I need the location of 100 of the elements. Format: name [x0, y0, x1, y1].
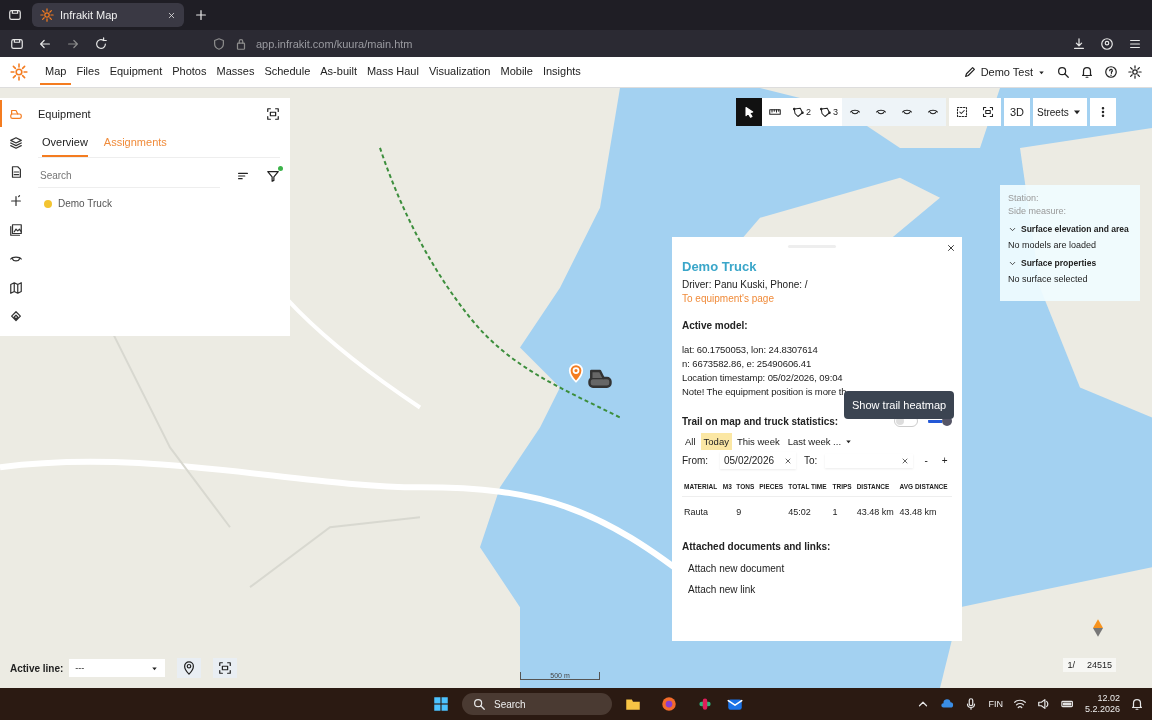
nav-link[interactable]: Mobile	[495, 59, 538, 85]
map-tool-button[interactable]: 3	[815, 98, 843, 126]
nav-link[interactable]: Masses	[211, 59, 260, 85]
photos-icon	[9, 222, 23, 237]
panel-title: Equipment	[38, 108, 91, 120]
detail-text: lat: 60.1750053, lon: 24.8307614	[682, 343, 819, 357]
view-3d-button[interactable]: 3D	[1004, 98, 1031, 126]
taskbar-search[interactable]: Search	[462, 693, 612, 715]
equipment-title: Demo Truck	[682, 259, 758, 274]
station-label: Station:	[1008, 193, 1040, 203]
section-header[interactable]: Surface properties	[1008, 258, 1097, 268]
map-tool-button[interactable]: 2	[788, 98, 815, 126]
active-line-label: Active line:	[10, 662, 64, 674]
volume-icon[interactable]	[1036, 697, 1051, 711]
location-button[interactable]	[177, 658, 202, 678]
basemap-dropdown[interactable]: Streets	[1033, 98, 1087, 126]
search-icon	[472, 697, 486, 711]
fit-button[interactable]	[213, 658, 238, 678]
reload-icon[interactable]	[94, 36, 108, 51]
count-text: 24515	[1086, 660, 1112, 670]
table-cell: 1	[830, 496, 855, 527]
sidebar-icon[interactable]	[10, 36, 24, 51]
nav-link[interactable]: Map	[40, 59, 72, 85]
side-measure-label: Side measure:	[1008, 206, 1068, 216]
app-logo-icon[interactable]	[10, 63, 28, 81]
clock-date[interactable]: 5.2.2026	[1084, 704, 1120, 715]
caret-icon	[844, 437, 854, 446]
notification-icon[interactable]	[1130, 697, 1144, 711]
nav-link[interactable]: Schedule	[259, 59, 316, 85]
close-icon[interactable]	[946, 243, 956, 253]
checkbox-icon	[956, 106, 969, 118]
clear-icon[interactable]	[784, 456, 793, 465]
tab-list-icon[interactable]	[8, 8, 22, 22]
map-tool-button[interactable]	[975, 98, 1002, 126]
table-cell: 43.48 km	[897, 496, 952, 527]
language-indicator[interactable]: FIN	[988, 699, 1003, 709]
nav-link[interactable]: As-built	[315, 59, 362, 85]
map-tool-button[interactable]	[949, 98, 976, 126]
cloud-icon[interactable]	[940, 697, 955, 711]
attach-button[interactable]: Attach new document	[682, 558, 791, 579]
clear-icon[interactable]	[901, 456, 910, 465]
expand-icon	[982, 106, 995, 118]
status-dot	[278, 166, 283, 171]
equipment-item[interactable]: Demo Truck	[38, 194, 280, 213]
expand-icon	[218, 661, 233, 675]
wifi-icon[interactable]	[1012, 697, 1027, 711]
from-date-field[interactable]: 05/02/2026	[720, 452, 797, 469]
detail-text: Location timestamp: 05/02/2026, 09:04	[682, 371, 844, 385]
map-icon	[9, 280, 23, 295]
period-option[interactable]: Today	[700, 433, 732, 450]
close-icon[interactable]	[167, 10, 176, 20]
map-tool-button[interactable]	[736, 98, 762, 126]
from-label: From:	[682, 455, 710, 466]
lock-icon[interactable]	[234, 36, 248, 51]
nav-link[interactable]: Insights	[537, 59, 586, 85]
bell-icon[interactable]	[1080, 65, 1094, 79]
start-icon[interactable]	[432, 695, 450, 713]
help-icon[interactable]	[1104, 65, 1118, 79]
section-text: No models are loaded	[1008, 240, 1098, 250]
map-tool-button[interactable]	[762, 98, 788, 126]
new-tab-icon[interactable]	[194, 8, 208, 22]
browser-tab[interactable]: Infrakit Map	[32, 3, 184, 27]
page-text: 1/	[1067, 660, 1075, 670]
period-option[interactable]: All	[682, 433, 699, 450]
address-field[interactable]: app.infrakit.com/kuura/main.htm	[256, 37, 413, 50]
pencil-icon	[962, 65, 977, 79]
period-dropdown[interactable]: Last week ...	[784, 433, 857, 450]
settings-icon[interactable]	[1128, 65, 1142, 79]
table-cell: 45:02	[786, 496, 831, 527]
nav-link[interactable]: Photos	[167, 59, 212, 85]
driver-text: Driver: Panu Kuski, Phone: /	[682, 278, 809, 292]
search-icon[interactable]	[1056, 65, 1070, 79]
clock-time[interactable]: 12.02	[1097, 693, 1120, 704]
table-cell: Rauta	[682, 496, 721, 527]
attach-button[interactable]: Attach new link	[682, 579, 762, 600]
tooltip: Show trail heatmap	[844, 391, 955, 419]
nav-link[interactable]: Equipment	[104, 59, 168, 85]
download-icon[interactable]	[1072, 36, 1086, 51]
filter-icon[interactable]	[266, 169, 280, 183]
site-favicon	[40, 8, 54, 22]
ruler-icon	[769, 106, 781, 118]
nav-link[interactable]: Visualization	[423, 59, 496, 85]
to-label: To:	[804, 455, 818, 466]
account-icon[interactable]	[1100, 36, 1114, 51]
document-icon	[9, 164, 23, 179]
section-text: No surface selected	[1008, 274, 1089, 284]
nav-link[interactable]: Mass Haul	[361, 59, 424, 85]
user-menu[interactable]: Demo Test	[962, 65, 1046, 79]
panel-tab[interactable]: Overview	[42, 130, 88, 157]
polygon-icon	[819, 106, 831, 118]
period-option[interactable]: This week	[733, 433, 783, 450]
minus-button[interactable]: -	[921, 455, 931, 466]
plus-button[interactable]: +	[938, 455, 951, 466]
shield-icon[interactable]	[212, 36, 226, 51]
expand-icon[interactable]	[266, 107, 280, 121]
polygon-icon	[792, 106, 804, 118]
section-heading: Trail on map and truck statistics:	[682, 415, 839, 427]
section-header[interactable]: Surface elevation and area	[1008, 224, 1129, 234]
nav-link[interactable]: Files	[71, 59, 105, 85]
active-line-dropdown[interactable]: ---	[69, 659, 166, 677]
